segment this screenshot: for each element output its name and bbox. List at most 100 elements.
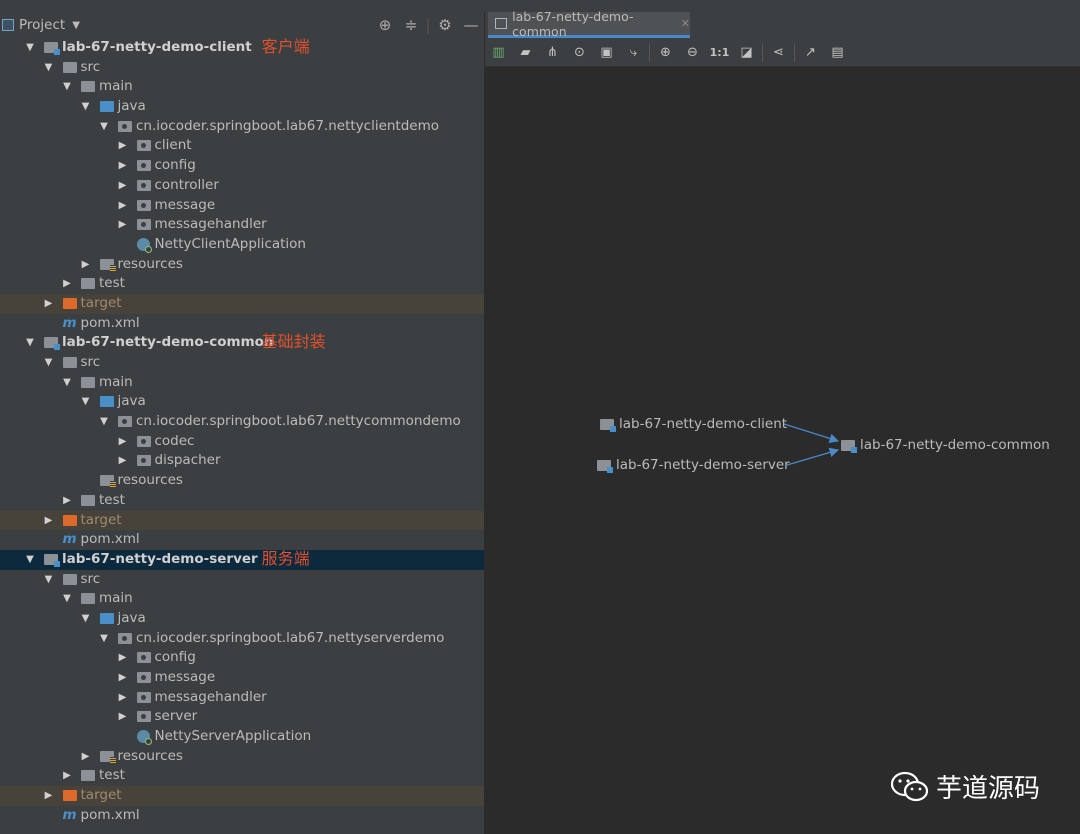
chevron-right-icon[interactable]: ▶ <box>43 511 55 531</box>
tree-row[interactable]: ▼ main <box>0 589 484 609</box>
tree-row[interactable]: ▶ target <box>0 293 484 314</box>
chevron-down-icon[interactable]: ▼ <box>43 570 55 590</box>
tab-diagram[interactable]: lab-67-netty-demo-common ✕ <box>488 9 690 39</box>
print-icon[interactable]: ▤ <box>824 45 851 60</box>
tree-row[interactable]: ▼ src <box>0 58 484 78</box>
tree-icon[interactable]: ⋔ <box>539 45 566 60</box>
chevron-right-icon[interactable]: ▶ <box>80 747 92 767</box>
fit-icon[interactable]: ▣ <box>593 45 620 60</box>
chevron-right-icon[interactable]: ▶ <box>117 432 129 452</box>
folder-icon[interactable]: ▰ <box>512 45 539 60</box>
chevron-down-icon[interactable]: ▼ <box>98 629 110 649</box>
chevron-down-icon[interactable]: ▼ <box>24 550 36 570</box>
chevron-down-icon[interactable]: ▼ <box>80 392 92 412</box>
tree-row[interactable]: ▼ cn.iocoder.springboot.lab67.nettycommon… <box>0 412 484 432</box>
chevron-right-icon[interactable]: ▶ <box>117 668 129 688</box>
hide-icon[interactable]: — <box>458 16 484 34</box>
tree-row[interactable]: ▶ target <box>0 510 484 531</box>
gear-icon[interactable]: ⚙ <box>432 16 458 34</box>
tree-row[interactable]: ▶ messagehandler <box>0 688 484 708</box>
chevron-down-icon[interactable]: ▼ <box>80 609 92 629</box>
tree-row[interactable]: ▼ java <box>0 609 484 629</box>
tree-row[interactable]: ▶ controller <box>0 176 484 196</box>
chevron-down-icon[interactable]: ▼ <box>43 353 55 373</box>
tree-row[interactable]: ▼ lab-67-netty-demo-common 基础封装 <box>0 332 484 353</box>
chevron-right-icon[interactable]: ▶ <box>80 255 92 275</box>
tree-row[interactable]: resources <box>0 471 484 491</box>
chevron-right-icon[interactable]: ▶ <box>43 294 55 314</box>
chevron-down-icon[interactable]: ▼ <box>61 373 73 393</box>
tree-row[interactable]: ▶ test <box>0 766 484 786</box>
tree-row[interactable]: ▶ resources <box>0 747 484 767</box>
zoom-in-icon[interactable]: ⊕ <box>652 45 679 60</box>
tree-row[interactable]: ▶ config <box>0 648 484 668</box>
diagram-canvas[interactable]: lab-67-netty-demo-client lab-67-netty-de… <box>485 67 1080 834</box>
chevron-down-icon[interactable]: ▼ <box>24 333 36 353</box>
zoom-out-icon[interactable]: ⊖ <box>679 45 706 60</box>
chevron-down-icon[interactable]: ▼ <box>43 58 55 78</box>
chevron-down-icon[interactable]: ▼ <box>80 97 92 117</box>
source-folder-icon <box>99 101 114 113</box>
chevron-down-icon[interactable]: ▼ <box>98 412 110 432</box>
chevron-right-icon[interactable]: ▶ <box>117 156 129 176</box>
chevron-right-icon[interactable]: ▶ <box>117 215 129 235</box>
tree-row[interactable]: ▶ messagehandler <box>0 215 484 235</box>
chevron-down-icon[interactable]: ▼ <box>61 77 73 97</box>
chart-icon[interactable]: ▥ <box>485 45 512 60</box>
chevron-down-icon[interactable]: ▼ <box>61 589 73 609</box>
route-icon[interactable]: ⤷ <box>620 45 647 60</box>
tree-row[interactable]: ▶ test <box>0 491 484 511</box>
node-common[interactable]: lab-67-netty-demo-common <box>841 437 1050 453</box>
tree-row[interactable]: ▶ dispacher <box>0 451 484 471</box>
chevron-right-icon[interactable]: ▶ <box>117 451 129 471</box>
collapse-icon[interactable]: ≑ <box>398 16 424 34</box>
tree-row[interactable]: ▼ cn.iocoder.springboot.lab67.nettyclient… <box>0 117 484 137</box>
tree-row[interactable]: m pom.xml <box>0 314 484 334</box>
node-client[interactable]: lab-67-netty-demo-client <box>600 416 787 432</box>
tree-row[interactable]: ▶ target <box>0 786 484 806</box>
tree-row[interactable]: ▼ java <box>0 97 484 117</box>
locate-icon[interactable]: ⊕ <box>372 16 398 34</box>
tree-row[interactable]: ▼ src <box>0 570 484 590</box>
tree-row[interactable]: ▼ lab-67-netty-demo-server 服务端 <box>0 549 484 570</box>
tree-row[interactable]: ▶ message <box>0 668 484 688</box>
chevron-right-icon[interactable]: ▶ <box>43 786 55 806</box>
tree-row[interactable]: ▼ main <box>0 373 484 393</box>
tree-row[interactable]: ▼ main <box>0 77 484 97</box>
chevron-right-icon[interactable]: ▶ <box>117 196 129 216</box>
layout-icon[interactable]: ⋖ <box>765 45 792 60</box>
chevron-right-icon[interactable]: ▶ <box>117 176 129 196</box>
tree-row[interactable]: ▶ test <box>0 274 484 294</box>
chevron-right-icon[interactable]: ▶ <box>117 648 129 668</box>
tree-row[interactable]: ▼ src <box>0 353 484 373</box>
tree-row[interactable]: ▼ java <box>0 392 484 412</box>
close-icon[interactable]: ✕ <box>681 17 690 30</box>
chevron-right-icon[interactable]: ▶ <box>61 491 73 511</box>
fit-page-icon[interactable]: ◪ <box>733 45 760 60</box>
tree-row[interactable]: ▶ message <box>0 196 484 216</box>
find-icon[interactable]: ⊙ <box>566 45 593 60</box>
chevron-right-icon[interactable]: ▶ <box>117 707 129 727</box>
tree-row[interactable]: ▶ server <box>0 707 484 727</box>
chevron-down-icon[interactable]: ▼ <box>24 38 36 58</box>
tree-row[interactable]: m pom.xml <box>0 530 484 550</box>
actual-size-button[interactable]: 1:1 <box>706 46 733 59</box>
tree-row[interactable]: ▼ cn.iocoder.springboot.lab67.nettyserver… <box>0 629 484 649</box>
tree-row[interactable]: ▶ resources <box>0 255 484 275</box>
tree-row[interactable]: NettyServerApplication <box>0 727 484 747</box>
tree-row[interactable]: ▶ codec <box>0 432 484 452</box>
module-icon <box>44 42 60 55</box>
chevron-right-icon[interactable]: ▶ <box>61 766 73 786</box>
chevron-down-icon[interactable]: ▼ <box>98 117 110 137</box>
tree-row[interactable]: m pom.xml <box>0 806 484 826</box>
export-icon[interactable]: ↗ <box>797 45 824 60</box>
chevron-right-icon[interactable]: ▶ <box>117 688 129 708</box>
tree-row[interactable]: NettyClientApplication <box>0 235 484 255</box>
chevron-right-icon[interactable]: ▶ <box>117 136 129 156</box>
chevron-right-icon[interactable]: ▶ <box>61 274 73 294</box>
tree-row[interactable]: ▼ lab-67-netty-demo-client 客户端 <box>0 37 484 58</box>
node-server[interactable]: lab-67-netty-demo-server <box>597 457 790 473</box>
tree-row[interactable]: ▶ config <box>0 156 484 176</box>
project-view-selector[interactable]: Project ▼ <box>2 17 80 33</box>
tree-row[interactable]: ▶ client <box>0 136 484 156</box>
